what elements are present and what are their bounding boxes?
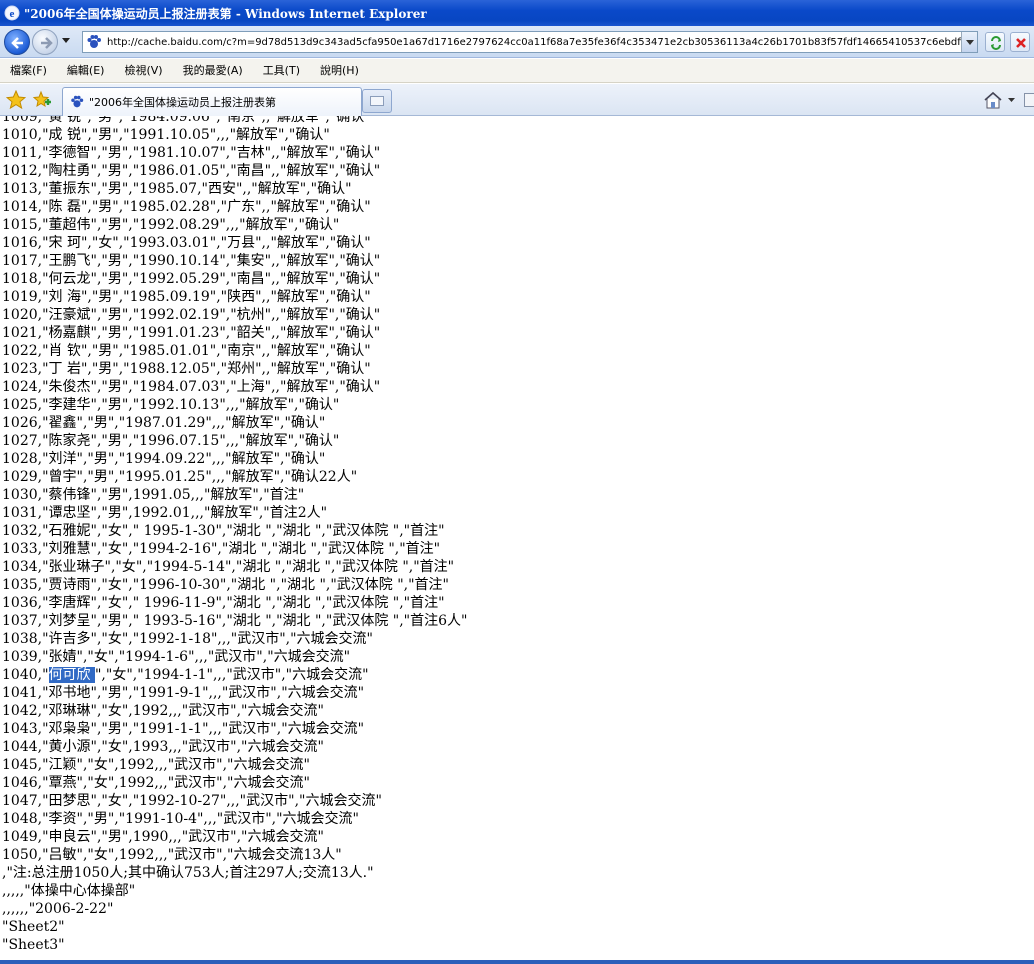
address-url: http://cache.baidu.com/c?m=9d78d513d9c34… bbox=[107, 36, 963, 48]
text-line: 1045,"江颖","女",1992,,,"武汉市","六城会交流" bbox=[2, 757, 310, 773]
back-button[interactable] bbox=[4, 29, 30, 55]
ie-icon: e bbox=[4, 5, 20, 21]
menu-view[interactable]: 檢視(V) bbox=[118, 61, 168, 81]
text-line: 1014,"陈 磊","男","1985.02.28","广东",,"解放军",… bbox=[2, 199, 371, 215]
text-line: 1038,"许吉多","女","1992-1-18",,,"武汉市","六城会交… bbox=[2, 631, 373, 647]
window-title: "2006年全国体操运动员上报注册表第 - Windows Internet E… bbox=[24, 6, 427, 21]
text-content: 1009,"黄 锐","男","1984.09.06","南京",,"解放军",… bbox=[2, 116, 467, 954]
home-icon[interactable] bbox=[983, 91, 1003, 109]
text-line: 1034,"张业琳子","女","1994-5-14","湖北 ","湖北 ",… bbox=[2, 559, 455, 575]
text-line: 1025,"李建华","男","1992.10.13",,,"解放军","确认" bbox=[2, 397, 340, 413]
text-line: 1026,"翟鑫","男","1987.01.29",,,"解放军","确认" bbox=[2, 415, 326, 431]
chevron-down-icon bbox=[966, 40, 974, 45]
text-line: 1048,"李资","男","1991-10-4",,,"武汉市","六城会交流… bbox=[2, 811, 359, 827]
tab-label: "2006年全国体操运动员上报注册表第 bbox=[89, 96, 277, 109]
forward-arrow-icon bbox=[41, 37, 53, 49]
text-line: 1012,"陶柱勇","男","1986.01.05","南昌",,"解放军",… bbox=[2, 163, 381, 179]
selected-text[interactable]: 何可欣 bbox=[48, 667, 95, 683]
menu-tools[interactable]: 工具(T) bbox=[257, 61, 306, 81]
refresh-button[interactable] bbox=[985, 32, 1005, 52]
menu-file[interactable]: 檔案(F) bbox=[4, 61, 53, 81]
text-line: 1047,"田梦思","女","1992-10-27",,,"武汉市","六城会… bbox=[2, 793, 382, 809]
text-line: 1016,"宋 珂","女","1993.03.01","万县",,"解放军",… bbox=[2, 235, 371, 251]
address-dropdown-button[interactable] bbox=[961, 32, 977, 52]
text-line: "Sheet3" bbox=[2, 937, 65, 953]
text-line: 1028,"刘洋","男","1994.09.22",,,"解放军","确认" bbox=[2, 451, 326, 467]
text-line: 1015,"董超伟","男","1992.08.29",,,"解放军","确认" bbox=[2, 217, 340, 233]
text-line: 1018,"何云龙","男","1992.05.29","南昌",,"解放军",… bbox=[2, 271, 381, 287]
text-line: 1033,"刘雅慧","女","1994-2-16","湖北 ","湖北 ","… bbox=[2, 541, 441, 557]
menu-bar: 檔案(F) 編輯(E) 檢視(V) 我的最愛(A) 工具(T) 說明(H) bbox=[0, 59, 1034, 83]
text-line: 1043,"邓枭枭","男","1991-1-1",,,"武汉市","六城会交流… bbox=[2, 721, 365, 737]
home-dropdown-icon[interactable] bbox=[1008, 98, 1015, 103]
menu-favorites[interactable]: 我的最愛(A) bbox=[177, 61, 249, 81]
add-favorite-icon[interactable] bbox=[32, 90, 52, 110]
text-line: 1021,"杨嘉麒","男","1991.01.23","韶关",,"解放军",… bbox=[2, 325, 381, 341]
text-line: 1046,"覃燕","女",1992,,,"武汉市","六城会交流" bbox=[2, 775, 310, 791]
text-line: 1024,"朱俊杰","男","1984.07.03","上海",,"解放军",… bbox=[2, 379, 381, 395]
text-line: ,,,,,"体操中心体操部" bbox=[2, 883, 136, 899]
new-tab-icon bbox=[370, 96, 384, 106]
text-line: ,"注:总注册1050人;其中确认753人;首注297人;交流13人." bbox=[2, 865, 374, 881]
text-line: 1031,"谭忠坚","男",1992.01,,,"解放军","首注2人" bbox=[2, 505, 328, 521]
text-line: 1013,"董振东","男","1985.07,"西安",,"解放军","确认" bbox=[2, 181, 352, 197]
tab-current-page[interactable]: "2006年全国体操运动员上报注册表第 bbox=[62, 87, 362, 116]
new-tab-button[interactable] bbox=[362, 89, 392, 113]
text-line: 1044,"黄小源","女",1993,,,"武汉市","六城会交流" bbox=[2, 739, 324, 755]
baidu-paw-icon bbox=[87, 35, 101, 48]
text-line: 1010,"成 锐","男","1991.10.05",,,"解放军","确认" bbox=[2, 127, 330, 143]
back-arrow-icon bbox=[11, 37, 23, 49]
text-line: 1050,"吕敏","女",1992,,,"武汉市","六城会交流13人" bbox=[2, 847, 342, 863]
baidu-paw-icon bbox=[71, 95, 84, 108]
text-line: 1037,"刘梦呈","男"," 1993-5-16","湖北 ","湖北 ",… bbox=[2, 613, 468, 629]
history-dropdown-icon[interactable] bbox=[62, 38, 70, 44]
forward-button[interactable] bbox=[32, 29, 58, 55]
text-line: "Sheet2" bbox=[2, 919, 65, 935]
text-line: 1009,"黄 锐","男","1984.09.06","南京",,"解放军",… bbox=[2, 116, 371, 125]
status-bar-edge bbox=[0, 960, 1034, 964]
text-line: 1035,"贾诗雨","女","1996-10-30","湖北 ","湖北 ",… bbox=[2, 577, 450, 593]
address-field[interactable]: http://cache.baidu.com/c?m=9d78d513d9c34… bbox=[82, 31, 978, 53]
menu-help[interactable]: 說明(H) bbox=[314, 61, 365, 81]
text-line: 1023,"丁 岩","男","1988.12.05","郑州",,"解放军",… bbox=[2, 361, 371, 377]
text-line: 1020,"汪豪斌","男","1992.02.19","杭州",,"解放军",… bbox=[2, 307, 381, 323]
page-content[interactable]: 1009,"黄 锐","男","1984.09.06","南京",,"解放军",… bbox=[0, 116, 1034, 960]
text-line: 1049,"申良云","男",1990,,,"武汉市","六城会交流" bbox=[2, 829, 324, 845]
refresh-icon bbox=[991, 36, 1001, 50]
text-line: 1040,"何可欣 ","女","1994-1-1",,,"武汉市","六城会交… bbox=[2, 666, 467, 684]
window-title-bar[interactable]: e "2006年全国体操运动员上报注册表第 - Windows Internet… bbox=[0, 0, 1034, 26]
text-line: ,,,,,,"2006-2-22" bbox=[2, 901, 114, 917]
address-toolbar: http://cache.baidu.com/c?m=9d78d513d9c34… bbox=[0, 26, 1034, 58]
text-line: 1032,"石雅妮","女"," 1995-1-30","湖北 ","湖北 ",… bbox=[2, 523, 445, 539]
line-suffix: ","女","1994-1-1",,,"武汉市","六城会交流" bbox=[94, 667, 369, 683]
menu-edit[interactable]: 編輯(E) bbox=[61, 61, 111, 81]
page-menu-icon[interactable] bbox=[1024, 93, 1034, 107]
text-line: 1041,"邓书地","男","1991-9-1",,,"武汉市","六城会交流… bbox=[2, 685, 365, 701]
close-icon bbox=[1016, 38, 1026, 48]
text-line: 1029,"曾宇","男","1995.01.25",,,"解放军","确认22… bbox=[2, 469, 358, 485]
stop-button[interactable] bbox=[1010, 32, 1030, 52]
text-line: 1042,"邓琳琳","女",1992,,,"武汉市","六城会交流" bbox=[2, 703, 324, 719]
text-line: 1019,"刘 海","男","1985.09.19","陕西",,"解放军",… bbox=[2, 289, 371, 305]
text-line: 1030,"蔡伟锋","男",1991.05,,,"解放军","首注" bbox=[2, 487, 305, 503]
text-line: 1017,"王鹏飞","男","1990.10.14","集安",,"解放军",… bbox=[2, 253, 381, 269]
text-line: 1011,"李德智","男","1981.10.07","吉林",,"解放军",… bbox=[2, 145, 381, 161]
text-line: 1022,"肖 钦","男","1985.01.01","南京",,"解放军",… bbox=[2, 343, 371, 359]
text-line: 1036,"李唐辉","女"," 1996-11-9","湖北 ","湖北 ",… bbox=[2, 595, 445, 611]
svg-text:e: e bbox=[10, 8, 15, 20]
text-line: 1027,"陈家尧","男","1996.07.15",,,"解放军","确认" bbox=[2, 433, 340, 449]
text-line: 1039,"张婧","女","1994-1-6",,,"武汉市","六城会交流" bbox=[2, 649, 351, 665]
favorites-star-icon[interactable] bbox=[6, 90, 26, 110]
line-prefix: 1040," bbox=[2, 667, 49, 683]
tab-bar: "2006年全国体操运动员上报注册表第 bbox=[0, 84, 1034, 116]
